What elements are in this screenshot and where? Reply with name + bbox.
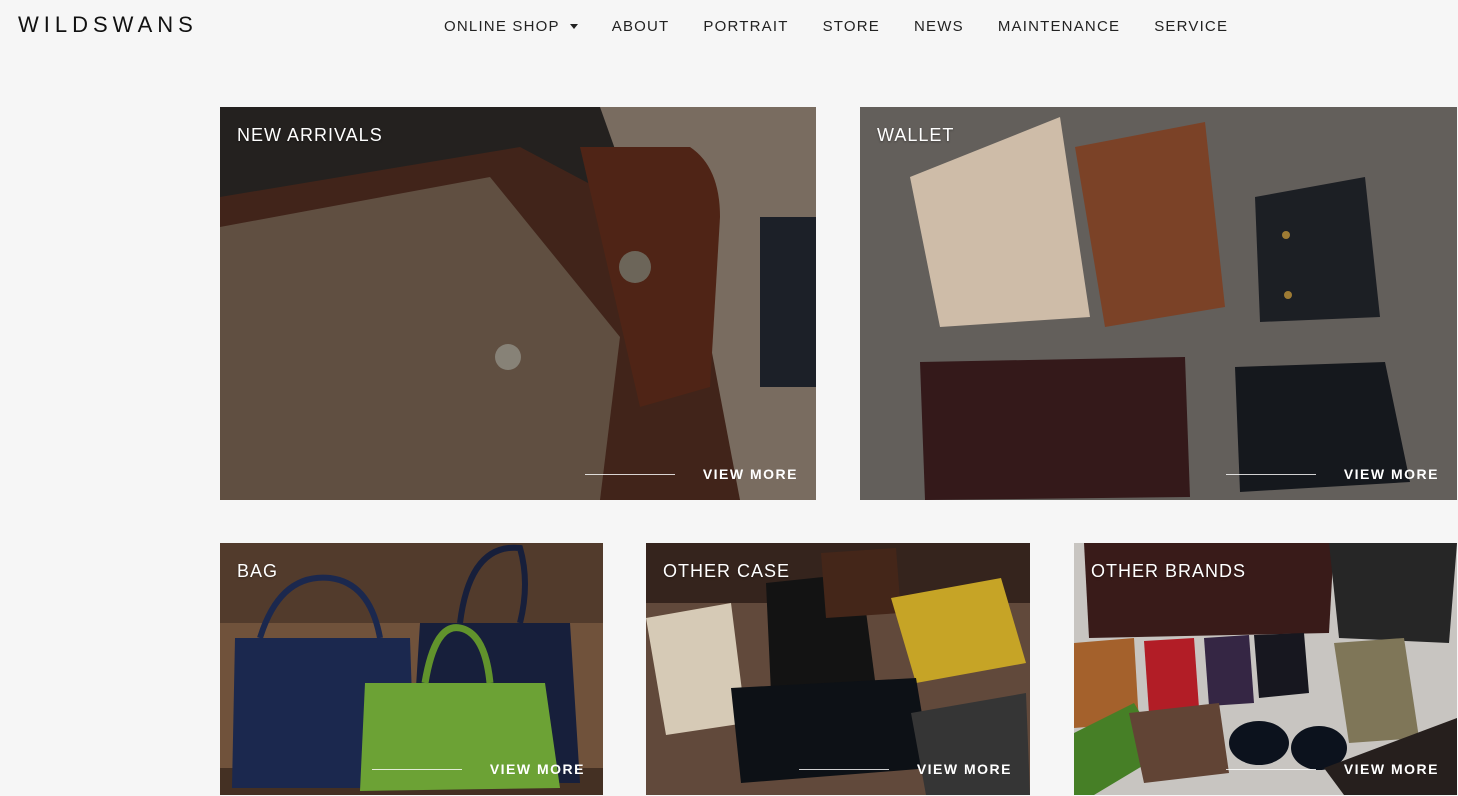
view-more-link[interactable]: VIEW MORE	[371, 761, 585, 777]
divider-line	[1225, 473, 1316, 475]
view-more-label: VIEW MORE	[1343, 466, 1439, 482]
divider-line	[584, 473, 675, 475]
brand-logo[interactable]: WILDSWANS	[18, 12, 198, 38]
nav-service[interactable]: SERVICE	[1154, 18, 1228, 35]
new-arrivals-image	[220, 107, 816, 500]
nav-maintenance[interactable]: MAINTENANCE	[998, 18, 1120, 35]
view-more-label: VIEW MORE	[489, 761, 585, 777]
nav-portrait[interactable]: PORTRAIT	[703, 18, 788, 35]
view-more-link[interactable]: VIEW MORE	[798, 761, 1012, 777]
category-title: NEW ARRIVALS	[237, 125, 383, 145]
nav-online-shop[interactable]: ONLINE SHOP	[444, 18, 578, 35]
category-tile-other-case[interactable]: OTHER CASE VIEW MORE	[646, 543, 1030, 795]
category-tile-bag[interactable]: BAG VIEW MORE	[220, 543, 603, 795]
divider-line	[371, 768, 462, 770]
category-title: OTHER BRANDS	[1091, 561, 1247, 581]
nav-online-shop-label: ONLINE SHOP	[444, 18, 560, 35]
view-more-label: VIEW MORE	[916, 761, 1012, 777]
view-more-link[interactable]: VIEW MORE	[584, 466, 798, 482]
view-more-label: VIEW MORE	[702, 466, 798, 482]
divider-line	[798, 768, 889, 770]
wallet-image	[860, 107, 1457, 500]
nav-news[interactable]: NEWS	[914, 18, 964, 35]
nav-about[interactable]: ABOUT	[612, 18, 670, 35]
category-tile-new-arrivals[interactable]: NEW ARRIVALS VIEW MORE	[220, 107, 816, 500]
category-title: WALLET	[877, 125, 955, 145]
view-more-link[interactable]: VIEW MORE	[1225, 761, 1439, 777]
divider-line	[1225, 768, 1316, 770]
category-tile-wallet[interactable]: WALLET VIEW MORE	[860, 107, 1457, 500]
view-more-label: VIEW MORE	[1343, 761, 1439, 777]
category-tile-other-brands[interactable]: OTHER BRANDS VIEW MORE	[1074, 543, 1457, 795]
nav-store[interactable]: STORE	[823, 18, 880, 35]
category-title: BAG	[237, 561, 279, 581]
category-title: OTHER CASE	[663, 561, 791, 581]
main-nav: ONLINE SHOP ABOUT PORTRAIT STORE NEWS MA…	[444, 18, 1262, 35]
view-more-link[interactable]: VIEW MORE	[1225, 466, 1439, 482]
chevron-down-icon	[569, 24, 578, 29]
